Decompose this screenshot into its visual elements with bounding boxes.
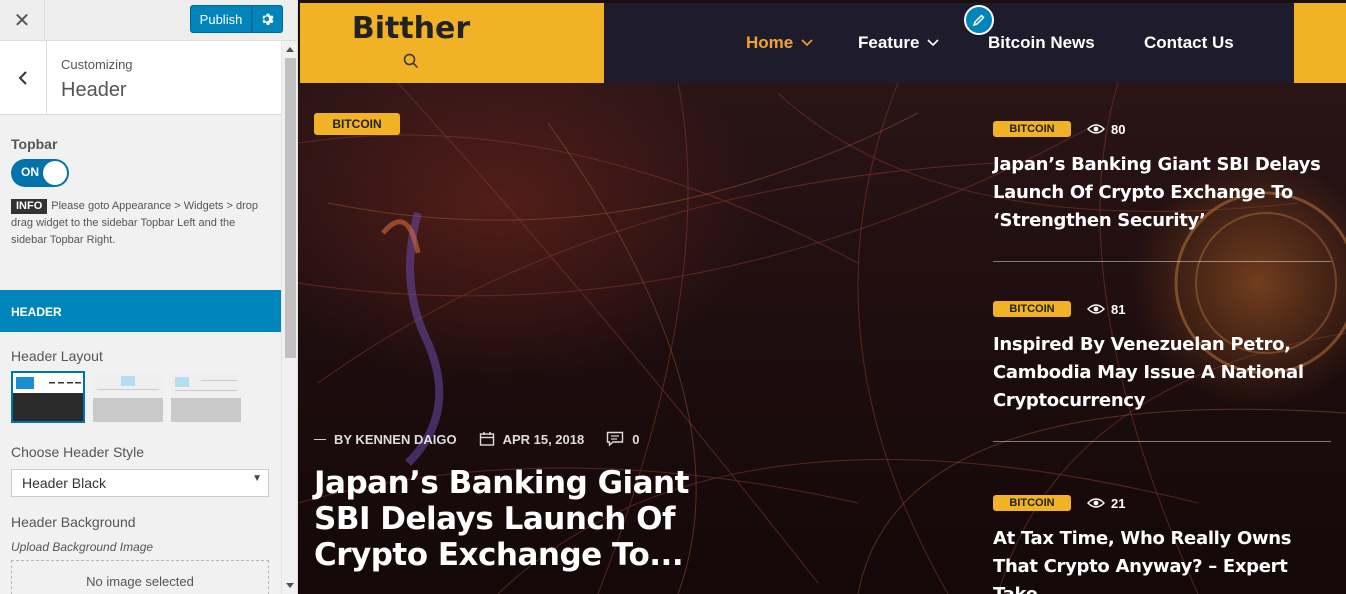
site-preview: BITCOIN BY KENNEN DAIGO APR 15, 2018 0 J… xyxy=(298,0,1346,594)
views-count: 81 xyxy=(1111,301,1126,317)
side-post: BITCOIN 80 Japan’s Banking Giant SBI Del… xyxy=(993,121,1338,235)
header-layout-option-3[interactable] xyxy=(171,372,241,422)
nav-item-label: Home xyxy=(746,33,794,52)
topbar-info: INFO Please goto Appearance > Widgets > d… xyxy=(11,198,273,249)
scroll-up-icon[interactable] xyxy=(286,47,294,52)
eye-icon xyxy=(1087,304,1105,314)
side-post-divider xyxy=(993,261,1331,262)
header-background-label: Header Background xyxy=(11,514,136,530)
back-arrow-icon[interactable] xyxy=(0,41,47,115)
site-logo-block: Bitther xyxy=(300,3,604,83)
side-post-views: 21 xyxy=(1087,496,1125,511)
nav-item-bitcoin-news[interactable]: Bitcoin News xyxy=(988,33,1095,53)
site-logo[interactable]: Bitther xyxy=(300,11,522,46)
side-post-badge[interactable]: BITCOIN xyxy=(993,301,1071,317)
side-post: BITCOIN 81 Inspired By Venezuelan Petro,… xyxy=(993,301,1338,415)
select-value: Header Black xyxy=(22,475,107,491)
scrollbar[interactable] xyxy=(281,41,297,594)
nav-item-label: Contact Us xyxy=(1144,33,1234,52)
info-tag: INFO xyxy=(11,199,48,214)
topbar-label: Topbar xyxy=(11,136,58,152)
section-title: Header xyxy=(61,79,127,101)
publish-button[interactable]: Publish xyxy=(190,5,252,33)
header-layout-option-2[interactable] xyxy=(93,372,163,422)
side-post-title[interactable]: Inspired By Venezuelan Petro, Cambodia M… xyxy=(993,331,1338,415)
nav-item-label: Feature xyxy=(858,33,920,52)
nav-item-home[interactable]: Home xyxy=(746,33,813,53)
chevron-down-icon: ▼ xyxy=(252,473,262,484)
hero-meta: BY KENNEN DAIGO APR 15, 2018 0 xyxy=(314,431,639,447)
nav-item-contact-us[interactable]: Contact Us xyxy=(1144,33,1234,53)
views-count: 21 xyxy=(1111,495,1126,511)
hero-comments[interactable]: 0 xyxy=(632,432,639,447)
side-post-title[interactable]: Japan’s Banking Giant SBI Delays Launch … xyxy=(993,151,1338,235)
edit-shortcut-icon[interactable] xyxy=(964,5,994,35)
search-icon[interactable] xyxy=(403,53,419,74)
toggle-knob xyxy=(43,161,67,185)
eye-icon xyxy=(1087,124,1105,134)
gear-icon[interactable] xyxy=(252,5,283,33)
scrollbar-thumb[interactable] xyxy=(285,58,296,358)
hero-author[interactable]: BY KENNEN DAIGO xyxy=(334,432,457,447)
chevron-down-icon xyxy=(927,39,939,47)
nav-item-label: Bitcoin News xyxy=(988,33,1095,52)
customizer-panel: ✕ Publish Customizing Header Topbar ON I… xyxy=(0,0,298,594)
header-accent-block xyxy=(1294,3,1346,83)
hero-category-badge[interactable]: BITCOIN xyxy=(314,113,400,135)
views-count: 80 xyxy=(1111,121,1126,137)
scroll-down-icon[interactable] xyxy=(286,583,294,588)
chevron-down-icon xyxy=(801,39,813,47)
topbar-toggle[interactable]: ON xyxy=(11,159,69,187)
breadcrumb: Customizing xyxy=(61,57,133,72)
image-placeholder[interactable]: No image selected xyxy=(11,560,269,594)
meta-dash xyxy=(314,438,326,440)
eye-icon xyxy=(1087,498,1105,508)
side-post-views: 80 xyxy=(1087,122,1125,137)
comment-icon xyxy=(607,431,624,447)
side-post-divider xyxy=(993,441,1331,442)
calendar-icon xyxy=(479,432,494,446)
hero-date: APR 15, 2018 xyxy=(502,431,585,447)
customizer-header-bar: ✕ Publish xyxy=(0,0,297,41)
hero-banner: BITCOIN BY KENNEN DAIGO APR 15, 2018 0 J… xyxy=(298,83,1346,594)
side-post-badge[interactable]: BITCOIN xyxy=(993,121,1071,137)
side-post-title[interactable]: At Tax Time, Who Really Owns That Crypto… xyxy=(993,525,1338,594)
section-header: Customizing Header xyxy=(0,41,281,115)
customizer-controls: Customizing Header Topbar ON INFO Please … xyxy=(0,41,281,594)
nav-item-feature[interactable]: Feature xyxy=(858,33,939,53)
info-text: Please goto Appearance > Widgets > drop … xyxy=(11,200,258,246)
close-icon[interactable]: ✕ xyxy=(0,0,45,41)
header-section-bar[interactable]: HEADER xyxy=(0,290,281,332)
toggle-label: ON xyxy=(21,165,39,179)
upload-label: Upload Background Image xyxy=(11,540,154,554)
header-layout-option-1[interactable] xyxy=(11,371,85,423)
side-post-badge[interactable]: BITCOIN xyxy=(993,495,1071,511)
choose-style-label: Choose Header Style xyxy=(11,444,145,460)
side-post: BITCOIN 21 At Tax Time, Who Really Owns … xyxy=(993,495,1338,594)
side-post-views: 81 xyxy=(1087,302,1125,317)
header-layout-label: Header Layout xyxy=(11,348,103,364)
hero-title[interactable]: Japan’s Banking Giant SBI Delays Launch … xyxy=(314,465,754,573)
main-navigation: Home Feature Bitcoin News Contact Us xyxy=(604,3,1294,83)
header-style-select[interactable]: Header Black ▼ xyxy=(11,469,269,497)
